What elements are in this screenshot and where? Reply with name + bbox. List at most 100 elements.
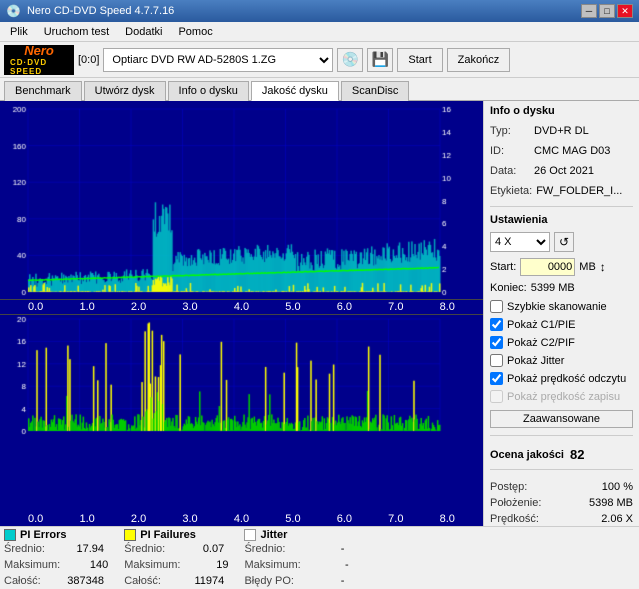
end-button[interactable]: Zakończ <box>447 48 511 72</box>
cb-label-5: Pokaż prędkość zapisu <box>507 391 620 403</box>
x-label-3: 3.0 <box>182 301 197 313</box>
pi-failures-max-value: 19 <box>184 558 228 573</box>
x-label-6: 6.0 <box>337 301 352 313</box>
x-label-0: 0.0 <box>28 301 43 313</box>
settings-section-title: Ustawienia <box>490 214 633 226</box>
jitter-max-label: Maksimum: <box>244 558 300 573</box>
info-value-id: CMC MAG D03 <box>534 143 610 159</box>
cb-c2-pif[interactable] <box>490 336 503 349</box>
info-label-date: Data: <box>490 163 530 179</box>
pi-errors-avg-row: Średnio: 17.94 <box>4 542 108 557</box>
cb-row-1: Pokaż C1/PIE <box>490 318 633 331</box>
info-label-id: ID: <box>490 143 530 159</box>
progress-label-1: Położenie: <box>490 495 541 511</box>
tab-disc-quality[interactable]: Jakość dysku <box>251 81 339 101</box>
close-button[interactable]: ✕ <box>617 4 633 18</box>
save-icon-btn[interactable]: 💾 <box>367 48 393 72</box>
info-value-etykieta: FW_FOLDER_I... <box>536 183 622 199</box>
cb-row-5: Pokaż prędkość zapisu <box>490 390 633 403</box>
end-value: 5399 MB <box>531 282 575 294</box>
start-button[interactable]: Start <box>397 48 442 72</box>
quality-value: 82 <box>570 447 584 462</box>
cb-label-3: Pokaż Jitter <box>507 355 564 367</box>
top-chart-canvas <box>0 101 460 296</box>
info-value-type: DVD+R DL <box>534 123 589 139</box>
title-bar-title: Nero CD-DVD Speed 4.7.7.16 <box>27 5 174 17</box>
cb-row-0: Szybkie skanowanie <box>490 300 633 313</box>
divider-1 <box>490 206 633 207</box>
stat-group-pi-errors: PI Errors Średnio: 17.94 Maksimum: 140 C… <box>4 529 108 584</box>
pi-failures-total-row: Całość: 11974 <box>124 574 228 589</box>
disc-icon-btn[interactable]: 💿 <box>337 48 363 72</box>
cb-label-2: Pokaż C2/PIF <box>507 337 575 349</box>
pi-failures-max-row: Maksimum: 19 <box>124 558 228 573</box>
menu-extras[interactable]: Dodatki <box>119 25 168 39</box>
bx-label-3: 3.0 <box>182 513 197 525</box>
chart-area: 0.0 1.0 2.0 3.0 4.0 5.0 6.0 7.0 8.0 0.0 … <box>0 101 484 526</box>
maximize-button[interactable]: □ <box>599 4 615 18</box>
menu-bar: Plik Uruchom test Dodatki Pomoc <box>0 22 639 42</box>
pi-failures-max-label: Maksimum: <box>124 558 180 573</box>
bx-label-0: 0.0 <box>28 513 43 525</box>
tab-benchmark[interactable]: Benchmark <box>4 81 82 101</box>
info-row-id: ID: CMC MAG D03 <box>490 143 633 159</box>
title-bar: 💿 Nero CD-DVD Speed 4.7.7.16 ─ □ ✕ <box>0 0 639 22</box>
tabs-bar: Benchmark Utwórz dysk Info o dysku Jakoś… <box>0 78 639 101</box>
chart-top <box>0 101 483 300</box>
right-panel: Info o dysku Typ: DVD+R DL ID: CMC MAG D… <box>484 101 639 526</box>
advanced-button[interactable]: Zaawansowane <box>490 410 633 428</box>
jitter-avg-row: Średnio: - <box>244 542 348 557</box>
stat-group-pi-failures: PI Failures Średnio: 0.07 Maksimum: 19 C… <box>124 529 228 584</box>
bx-label-2: 2.0 <box>131 513 146 525</box>
x-label-8: 8.0 <box>440 301 455 313</box>
title-bar-controls: ─ □ ✕ <box>581 4 633 18</box>
cb-write-speed[interactable] <box>490 390 503 403</box>
progress-row-0: Postęp: 100 % <box>490 479 633 495</box>
pi-errors-total-row: Całość: 387348 <box>4 574 108 589</box>
menu-file[interactable]: Plik <box>4 25 34 39</box>
start-input[interactable] <box>520 258 575 276</box>
progress-row-2: Prędkość: 2.06 X <box>490 511 633 526</box>
stat-header-jitter: Jitter <box>244 529 348 541</box>
pi-failures-total-label: Całość: <box>124 574 176 589</box>
jitter-color <box>244 529 256 541</box>
main-content: 0.0 1.0 2.0 3.0 4.0 5.0 6.0 7.0 8.0 0.0 … <box>0 101 639 526</box>
tab-create-disc[interactable]: Utwórz dysk <box>84 81 166 101</box>
menu-run-test[interactable]: Uruchom test <box>38 25 115 39</box>
divider-3 <box>490 469 633 470</box>
jitter-max-value: - <box>305 558 349 573</box>
refresh-icon-btn[interactable]: ↺ <box>554 232 574 252</box>
start-setting-row: Start: MB ↕ <box>490 258 633 276</box>
tab-disc-info[interactable]: Info o dysku <box>168 81 249 101</box>
pi-errors-total-value: 387348 <box>60 574 104 589</box>
cb-row-3: Pokaż Jitter <box>490 354 633 367</box>
pi-errors-color <box>4 529 16 541</box>
speed-combo[interactable]: 4 X <box>490 232 550 252</box>
pi-failures-avg-value: 0.07 <box>180 542 224 557</box>
info-row-date: Data: 26 Oct 2021 <box>490 163 633 179</box>
progress-section: Postęp: 100 % Położenie: 5398 MB Prędkoś… <box>490 479 633 526</box>
cb-c1-pie[interactable] <box>490 318 503 331</box>
drive-combo[interactable]: Optiarc DVD RW AD-5280S 1.ZG <box>103 48 333 72</box>
end-label: Koniec: <box>490 282 527 294</box>
jitter-bledy-row: Błędy PO: - <box>244 574 348 589</box>
cb-label-1: Pokaż C1/PIE <box>507 319 575 331</box>
cb-quick-scan[interactable] <box>490 300 503 313</box>
cb-jitter[interactable] <box>490 354 503 367</box>
drive-select: [0:0] Optiarc DVD RW AD-5280S 1.ZG 💿 💾 S… <box>78 48 635 72</box>
menu-help[interactable]: Pomoc <box>172 25 218 39</box>
minimize-button[interactable]: ─ <box>581 4 597 18</box>
cb-label-0: Szybkie skanowanie <box>507 301 607 313</box>
bottom-chart-canvas <box>0 315 460 435</box>
x-label-5: 5.0 <box>285 301 300 313</box>
info-label-type: Typ: <box>490 123 530 139</box>
info-row-type: Typ: DVD+R DL <box>490 123 633 139</box>
info-row-label: Etykieta: FW_FOLDER_I... <box>490 183 633 199</box>
cb-row-4: Pokaż prędkość odczytu <box>490 372 633 385</box>
pi-failures-color <box>124 529 136 541</box>
jitter-avg-value: - <box>300 542 344 557</box>
title-bar-icon: 💿 <box>6 4 21 18</box>
start-unit: MB <box>579 261 596 273</box>
cb-read-speed[interactable] <box>490 372 503 385</box>
tab-scandisc[interactable]: ScanDisc <box>341 81 409 101</box>
